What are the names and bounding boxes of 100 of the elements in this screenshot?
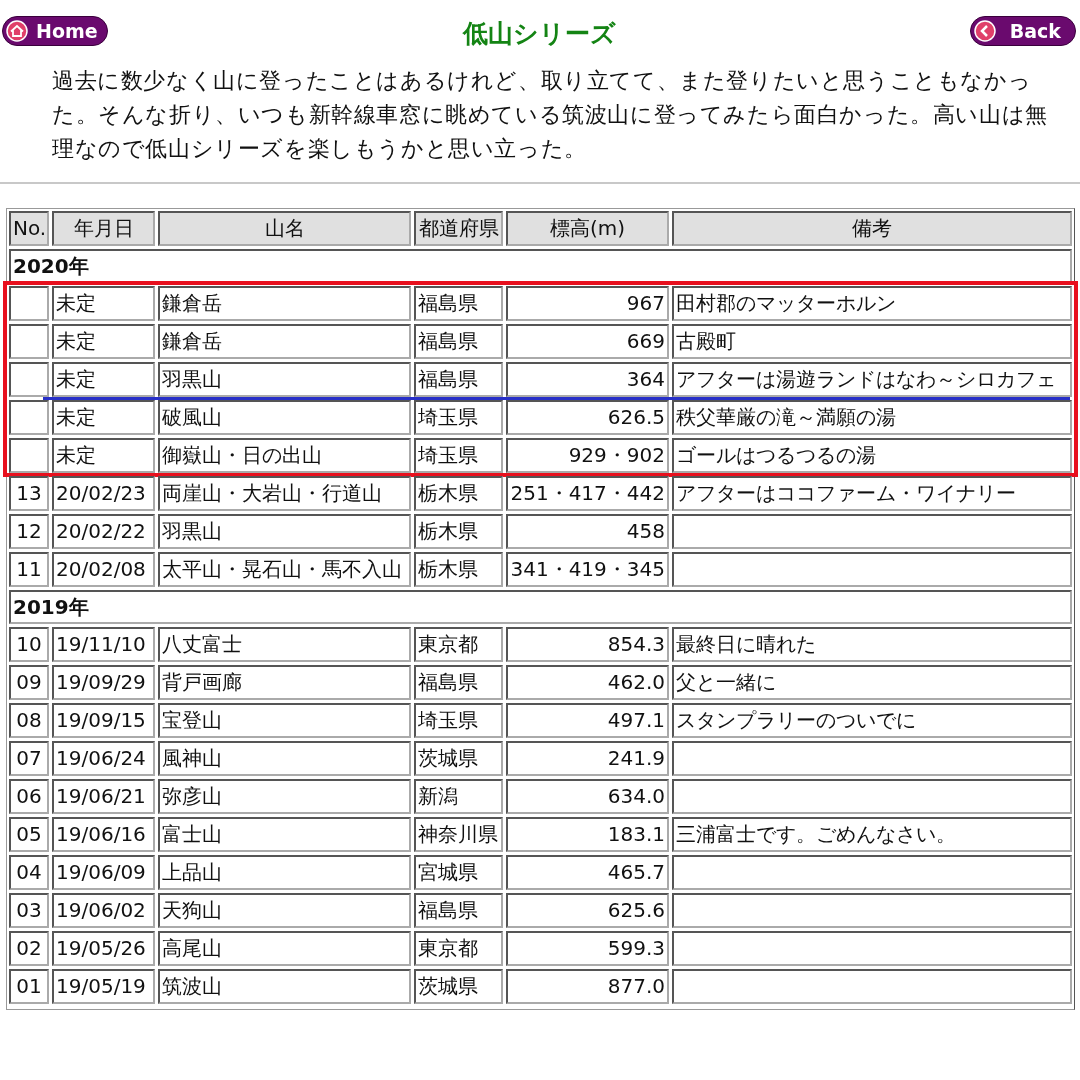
mountain-cell: 太平山・晃石山・馬不入山 xyxy=(158,552,411,587)
mountain-cell: 天狗山 xyxy=(158,893,411,928)
elevation-cell: 458 xyxy=(506,514,669,549)
empty-cell xyxy=(9,400,49,435)
prefecture-cell: 茨城県 xyxy=(414,969,503,1004)
home-button[interactable]: Home xyxy=(2,16,108,46)
number-cell: 06 xyxy=(9,779,49,814)
mountain-cell: 鎌倉岳 xyxy=(158,324,411,359)
elevation-cell: 241.9 xyxy=(506,741,669,776)
prefecture-cell: 宮城県 xyxy=(414,855,503,890)
note-cell: 古殿町 xyxy=(672,324,1072,359)
column-header: No. xyxy=(9,211,49,246)
number-cell: 05 xyxy=(9,817,49,852)
number-cell: 10 xyxy=(9,627,49,662)
note-cell: 父と一緒に xyxy=(672,665,1072,700)
empty-cell xyxy=(9,362,49,397)
elevation-cell: 625.6 xyxy=(506,893,669,928)
elevation-cell: 634.0 xyxy=(506,779,669,814)
elevation-cell: 462.0 xyxy=(506,665,669,700)
elevation-cell: 929・902 xyxy=(506,438,669,473)
mountain-cell: 八丈富士 xyxy=(158,627,411,662)
mountain-cell: 筑波山 xyxy=(158,969,411,1004)
number-cell: 13 xyxy=(9,476,49,511)
date-cell: 19/06/16 xyxy=(52,817,155,852)
empty-cell xyxy=(9,286,49,321)
year-heading: 2019年 xyxy=(9,590,1072,624)
elevation-cell: 877.0 xyxy=(506,969,669,1004)
mountain-cell: 上品山 xyxy=(158,855,411,890)
empty-cell xyxy=(9,438,49,473)
elevation-cell: 626.5 xyxy=(506,400,669,435)
prefecture-cell: 新潟 xyxy=(414,779,503,814)
note-cell: ゴールはつるつるの湯 xyxy=(672,438,1072,473)
prefecture-cell: 神奈川県 xyxy=(414,817,503,852)
date-cell: 19/09/29 xyxy=(52,665,155,700)
date-cell: 19/05/19 xyxy=(52,969,155,1004)
date-cell: 19/05/26 xyxy=(52,931,155,966)
prefecture-cell: 茨城県 xyxy=(414,741,503,776)
back-button[interactable]: Back xyxy=(970,16,1076,46)
date-cell: 19/06/24 xyxy=(52,741,155,776)
number-cell: 11 xyxy=(9,552,49,587)
elevation-cell: 599.3 xyxy=(506,931,669,966)
prefecture-cell: 東京都 xyxy=(414,627,503,662)
number-cell: 12 xyxy=(9,514,49,549)
prefecture-cell: 栃木県 xyxy=(414,514,503,549)
mountain-cell: 宝登山 xyxy=(158,703,411,738)
date-cell: 19/06/21 xyxy=(52,779,155,814)
mountain-cell: 鎌倉岳 xyxy=(158,286,411,321)
number-cell: 03 xyxy=(9,893,49,928)
home-icon xyxy=(6,20,28,42)
elevation-cell: 854.3 xyxy=(506,627,669,662)
chevron-left-icon xyxy=(974,20,996,42)
note-cell: 秩父華厳の滝～満願の湯 xyxy=(672,400,1072,435)
number-cell: 09 xyxy=(9,665,49,700)
mountain-cell: 高尾山 xyxy=(158,931,411,966)
elevation-cell: 967 xyxy=(506,286,669,321)
number-cell: 02 xyxy=(9,931,49,966)
date-cell: 19/11/10 xyxy=(52,627,155,662)
prefecture-cell: 埼玉県 xyxy=(414,438,503,473)
note-cell: スタンプラリーのついでに xyxy=(672,703,1072,738)
number-cell: 04 xyxy=(9,855,49,890)
intro-paragraph: 過去に数少なく山に登ったことはあるけれど、取り立てて、また登りたいと思うこともなかった。そんな折り、いつも新幹線車窓に眺めている筑波山に登ってみたら面白かった。高い山は無理なので低山シリーズを楽しもうかと思い立った。 xyxy=(52,67,1049,163)
prefecture-cell: 福島県 xyxy=(414,324,503,359)
column-header: 備考 xyxy=(672,211,1072,246)
mountain-cell: 背戸画廊 xyxy=(158,665,411,700)
date-cell: 未定 xyxy=(52,324,155,359)
column-header: 年月日 xyxy=(52,211,155,246)
note-cell: 三浦富士です。ごめんなさい。 xyxy=(672,817,1072,852)
elevation-cell: 465.7 xyxy=(506,855,669,890)
note-cell: アフターはココファーム・ワイナリー xyxy=(672,476,1072,511)
date-cell: 19/06/09 xyxy=(52,855,155,890)
year-heading: 2020年 xyxy=(9,249,1072,283)
mountain-cell: 両崖山・大岩山・行道山 xyxy=(158,476,411,511)
prefecture-cell: 福島県 xyxy=(414,362,503,397)
date-cell: 20/02/08 xyxy=(52,552,155,587)
column-header: 山名 xyxy=(158,211,411,246)
prefecture-cell: 福島県 xyxy=(414,286,503,321)
prefecture-cell: 栃木県 xyxy=(414,476,503,511)
mountain-cell: 風神山 xyxy=(158,741,411,776)
page-title: 低山シリーズ xyxy=(462,17,616,50)
number-cell: 07 xyxy=(9,741,49,776)
number-cell: 08 xyxy=(9,703,49,738)
elevation-cell: 497.1 xyxy=(506,703,669,738)
date-cell: 19/06/02 xyxy=(52,893,155,928)
elevation-cell: 669 xyxy=(506,324,669,359)
empty-cell xyxy=(9,324,49,359)
prefecture-cell: 栃木県 xyxy=(414,552,503,587)
note-cell: 田村郡のマッターホルン xyxy=(672,286,1072,321)
date-cell: 19/09/15 xyxy=(52,703,155,738)
elevation-cell: 341・419・345 xyxy=(506,552,669,587)
column-header: 標高(m) xyxy=(506,211,669,246)
note-cell: アフターは湯遊ランドはなわ～シロカフェ xyxy=(672,362,1072,397)
prefecture-cell: 埼玉県 xyxy=(414,400,503,435)
date-cell: 20/02/22 xyxy=(52,514,155,549)
date-cell: 未定 xyxy=(52,286,155,321)
elevation-cell: 183.1 xyxy=(506,817,669,852)
prefecture-cell: 福島県 xyxy=(414,893,503,928)
note-cell: 最終日に晴れた xyxy=(672,627,1072,662)
mountain-cell: 破風山 xyxy=(158,400,411,435)
prefecture-cell: 埼玉県 xyxy=(414,703,503,738)
mountain-cell: 羽黒山 xyxy=(158,362,411,397)
